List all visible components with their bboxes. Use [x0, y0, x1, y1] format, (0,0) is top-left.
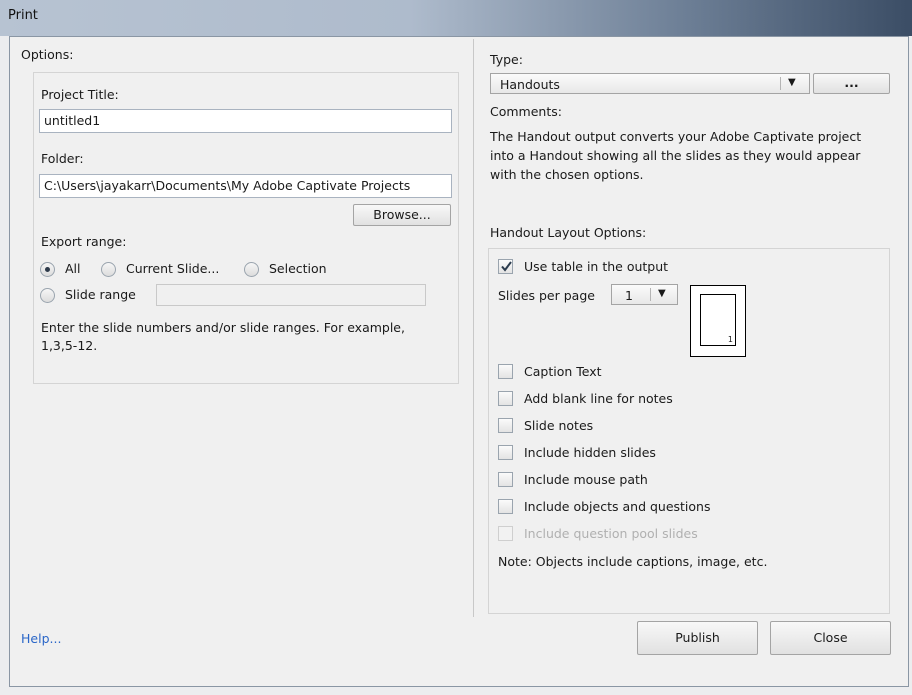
radio-all-label[interactable]: All — [65, 261, 81, 276]
folder-input[interactable]: C:\Users\jayakarr\Documents\My Adobe Cap… — [39, 174, 452, 198]
help-link[interactable]: Help... — [21, 631, 61, 646]
radio-selected-dot — [45, 267, 50, 272]
type-dropdown-value: Handouts — [500, 77, 560, 92]
chevron-down-icon: ▼ — [788, 77, 796, 88]
slide-notes-checkbox[interactable] — [498, 418, 513, 433]
question-pool-checkbox[interactable] — [498, 526, 513, 541]
type-options-button[interactable]: ... — [813, 73, 890, 94]
use-table-label[interactable]: Use table in the output — [524, 259, 668, 274]
radio-current-slide-label[interactable]: Current Slide... — [126, 261, 219, 276]
checkmark-icon — [501, 261, 512, 272]
type-label: Type: — [490, 52, 523, 67]
options-group-label: Options: — [21, 47, 74, 62]
blank-line-notes-label[interactable]: Add blank line for notes — [524, 391, 673, 406]
dropdown-separator — [650, 288, 651, 301]
project-title-label: Project Title: — [41, 87, 119, 102]
vertical-divider — [473, 39, 474, 617]
caption-text-label[interactable]: Caption Text — [524, 364, 602, 379]
caption-text-checkbox[interactable] — [498, 364, 513, 379]
hidden-slides-label[interactable]: Include hidden slides — [524, 445, 656, 460]
chevron-down-icon: ▼ — [658, 288, 666, 299]
use-table-checkbox[interactable] — [498, 259, 513, 274]
handout-layout-label: Handout Layout Options: — [490, 225, 647, 240]
publish-button[interactable]: Publish — [637, 621, 758, 655]
project-title-input[interactable]: untitled1 — [39, 109, 452, 133]
hint-line-1: Enter the slide numbers and/or slide ran… — [41, 320, 405, 335]
page-preview: 1 — [690, 285, 746, 357]
close-button[interactable]: Close — [770, 621, 891, 655]
slide-thumbnail-number: 1 — [727, 335, 733, 344]
objects-note: Note: Objects include captions, image, e… — [498, 554, 768, 569]
slides-per-page-dropdown[interactable]: 1 ▼ — [611, 284, 678, 305]
window-title: Print — [8, 8, 38, 23]
objects-questions-checkbox[interactable] — [498, 499, 513, 514]
slides-per-page-label: Slides per page — [498, 288, 595, 303]
comments-line-2: into a Handout showing all the slides as… — [490, 148, 861, 163]
dialog-body: Options: Project Title: untitled1 Folder… — [9, 36, 909, 687]
slides-per-page-value: 1 — [625, 288, 633, 303]
browse-button[interactable]: Browse... — [353, 204, 451, 226]
question-pool-label: Include question pool slides — [524, 526, 698, 541]
slide-thumbnail: 1 — [700, 294, 736, 346]
slide-notes-label[interactable]: Slide notes — [524, 418, 593, 433]
comments-label: Comments: — [490, 104, 562, 119]
title-bar[interactable]: Print — [0, 0, 912, 36]
radio-current-slide[interactable] — [101, 262, 116, 277]
radio-all[interactable] — [40, 262, 55, 277]
comments-line-1: The Handout output converts your Adobe C… — [490, 129, 862, 144]
slide-range-input[interactable] — [156, 284, 426, 306]
hidden-slides-checkbox[interactable] — [498, 445, 513, 460]
comments-line-3: with the chosen options. — [490, 167, 644, 182]
mouse-path-label[interactable]: Include mouse path — [524, 472, 648, 487]
dropdown-separator — [780, 77, 781, 90]
blank-line-notes-checkbox[interactable] — [498, 391, 513, 406]
mouse-path-checkbox[interactable] — [498, 472, 513, 487]
radio-selection-label[interactable]: Selection — [269, 261, 327, 276]
folder-label: Folder: — [41, 151, 84, 166]
hint-line-2: 1,3,5-12. — [41, 338, 98, 353]
type-dropdown[interactable]: Handouts ▼ — [490, 73, 810, 94]
export-range-label: Export range: — [41, 234, 127, 249]
radio-slide-range[interactable] — [40, 288, 55, 303]
radio-slide-range-label[interactable]: Slide range — [65, 287, 136, 302]
objects-questions-label[interactable]: Include objects and questions — [524, 499, 711, 514]
radio-selection[interactable] — [244, 262, 259, 277]
